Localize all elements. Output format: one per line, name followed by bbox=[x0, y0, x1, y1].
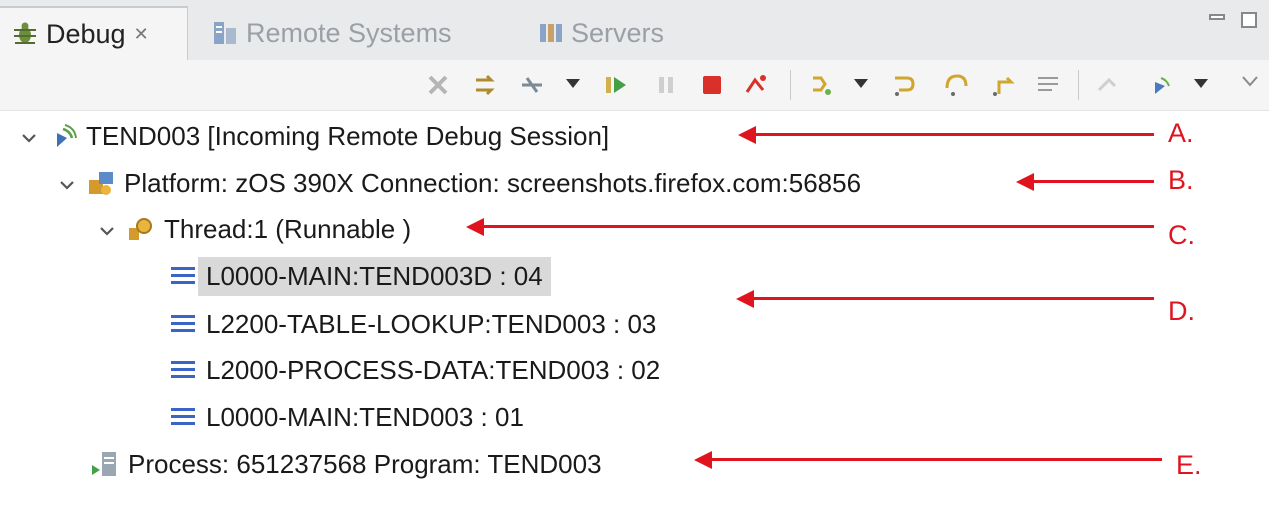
stack-frame-icon bbox=[168, 402, 198, 432]
terminate-disconnect-icon[interactable] bbox=[742, 72, 770, 98]
window-controls bbox=[1209, 12, 1257, 28]
tab-debug-label: Debug bbox=[46, 18, 126, 49]
tab-servers-label: Servers bbox=[571, 17, 665, 48]
stack-frame-label: L0000-MAIN:TEND003D : 04 bbox=[198, 256, 551, 296]
resume-icon[interactable] bbox=[602, 72, 630, 98]
tab-servers[interactable]: Servers bbox=[525, 6, 664, 60]
annotation-label-d: D. bbox=[1168, 296, 1195, 326]
servers-icon bbox=[535, 18, 565, 48]
chevron-down-icon[interactable] bbox=[18, 125, 40, 147]
stack-frame-icon bbox=[168, 309, 198, 339]
process-icon bbox=[90, 449, 120, 479]
step-into-icon[interactable] bbox=[890, 72, 918, 98]
tab-remote-systems[interactable]: Remote Systems bbox=[200, 6, 452, 60]
tree-row-process[interactable]: Process: 651237568 Program: TEND003 bbox=[90, 444, 602, 484]
platform-label: Platform: zOS 390X Connection: screensho… bbox=[124, 167, 862, 198]
stack-frame-row[interactable]: L0000-MAIN:TEND003D : 04 bbox=[168, 256, 551, 296]
chevron-down-icon[interactable] bbox=[1194, 79, 1208, 88]
toolbar-separator bbox=[790, 70, 791, 100]
stack-frame-row[interactable]: L2000-PROCESS-DATA:TEND003 : 02 bbox=[168, 350, 660, 390]
remote-systems-icon bbox=[210, 18, 240, 48]
arrow-line bbox=[752, 297, 1154, 300]
arrow-line bbox=[754, 133, 1154, 136]
stack-frame-row[interactable]: L2200-TABLE-LOOKUP:TEND003 : 03 bbox=[168, 304, 656, 344]
debug-tree: TEND003 [Incoming Remote Debug Session] … bbox=[0, 110, 1269, 508]
annotation-label-a: A. bbox=[1168, 118, 1194, 148]
close-icon[interactable]: ✕ bbox=[134, 24, 149, 45]
process-label: Process: 651237568 Program: TEND003 bbox=[128, 448, 602, 479]
step-return-icon[interactable] bbox=[990, 72, 1018, 98]
remove-launches-icon[interactable] bbox=[424, 72, 452, 98]
arrow-line bbox=[710, 458, 1162, 461]
use-step-filters-icon[interactable] bbox=[1094, 72, 1122, 98]
arrow-line bbox=[482, 225, 1154, 228]
terminate-icon[interactable] bbox=[698, 72, 726, 98]
maximize-icon[interactable] bbox=[1241, 12, 1257, 28]
instruction-step-icon[interactable] bbox=[1034, 72, 1062, 98]
stack-frame-label: L2000-PROCESS-DATA:TEND003 : 02 bbox=[206, 354, 661, 385]
connect-icon[interactable] bbox=[472, 72, 500, 98]
step-over-icon[interactable] bbox=[942, 72, 970, 98]
chevron-down-icon[interactable] bbox=[56, 172, 78, 194]
debug-remote-icon[interactable] bbox=[1146, 72, 1174, 98]
platform-icon bbox=[86, 168, 116, 198]
annotation-label-b: B. bbox=[1168, 165, 1194, 195]
chevron-down-icon[interactable] bbox=[566, 79, 580, 88]
stack-frame-icon bbox=[168, 261, 198, 291]
tab-remote-systems-label: Remote Systems bbox=[246, 17, 452, 48]
toolbar-separator bbox=[1078, 70, 1079, 100]
tab-debug[interactable]: Debug ✕ bbox=[0, 6, 188, 60]
disconnect-icon[interactable] bbox=[518, 72, 546, 98]
session-label: TEND003 [Incoming Remote Debug Session] bbox=[86, 120, 610, 151]
remote-debug-icon bbox=[48, 121, 78, 151]
chevron-down-icon[interactable] bbox=[854, 79, 868, 88]
debug-toolbar bbox=[0, 60, 1269, 111]
view-tab-bar: Debug ✕ Remote Systems Servers bbox=[0, 0, 1269, 60]
suspend-icon[interactable] bbox=[652, 72, 680, 98]
view-menu-icon[interactable] bbox=[1236, 68, 1264, 94]
debug-view: Debug ✕ Remote Systems Servers TEND003 [… bbox=[0, 0, 1269, 508]
minimize-icon[interactable] bbox=[1209, 14, 1225, 20]
stack-frame-label: L2200-TABLE-LOOKUP:TEND003 : 03 bbox=[206, 308, 657, 339]
annotation-label-e: E. bbox=[1176, 450, 1202, 480]
thread-label: Thread:1 (Runnable ) bbox=[164, 213, 412, 244]
annotation-label-c: C. bbox=[1168, 220, 1195, 250]
tree-row-session[interactable]: TEND003 [Incoming Remote Debug Session] bbox=[18, 116, 609, 156]
step-filter-icon[interactable] bbox=[808, 72, 836, 98]
stack-frame-label: L0000-MAIN:TEND003 : 01 bbox=[206, 401, 524, 432]
thread-icon bbox=[126, 214, 156, 244]
stack-frame-icon bbox=[168, 355, 198, 385]
bug-icon bbox=[10, 19, 40, 49]
tree-row-platform[interactable]: Platform: zOS 390X Connection: screensho… bbox=[56, 163, 861, 203]
arrow-line bbox=[1032, 180, 1154, 183]
chevron-down-icon[interactable] bbox=[96, 218, 118, 240]
tree-row-thread[interactable]: Thread:1 (Runnable ) bbox=[96, 209, 411, 249]
stack-frame-row[interactable]: L0000-MAIN:TEND003 : 01 bbox=[168, 397, 524, 437]
